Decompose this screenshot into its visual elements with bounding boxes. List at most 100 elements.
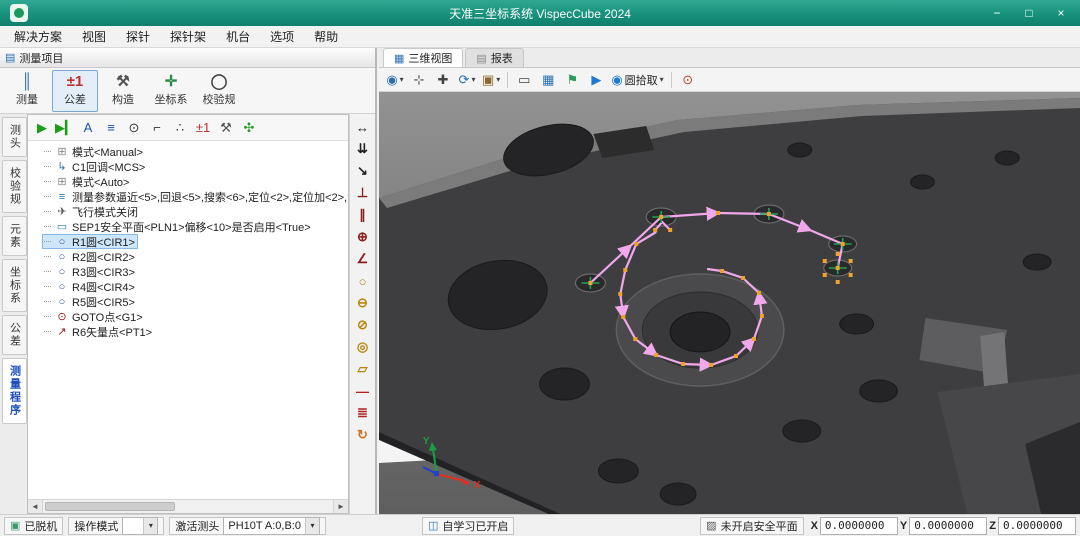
- tree-item-label: R4圆<CIR4>: [72, 279, 135, 295]
- menu-item-机台[interactable]: 机台: [216, 26, 260, 47]
- tree-item[interactable]: ⊞模式<Auto>: [42, 174, 132, 189]
- perpendicularity-icon[interactable]: ⊥: [352, 183, 374, 203]
- probe-angle-icon[interactable]: ⊙: [677, 70, 699, 90]
- measure-element-icon[interactable]: ⊙: [123, 118, 145, 138]
- tree-item[interactable]: ↗R6矢量点<PT1>: [42, 324, 155, 339]
- tree-item[interactable]: ○R2圆<CIR2>: [42, 249, 138, 264]
- chevron-down-icon[interactable]: ▾: [471, 75, 475, 84]
- view-visibility-icon[interactable]: ◉▾: [384, 70, 406, 90]
- tree-item[interactable]: ○R3圆<CIR3>: [42, 264, 138, 279]
- menu-item-探针[interactable]: 探针: [116, 26, 160, 47]
- circle-pick-dropdown[interactable]: ◉圆拾取▾: [609, 70, 665, 90]
- projection-icon[interactable]: ↘: [352, 161, 374, 181]
- rotate-view-icon[interactable]: ⟳▾: [456, 70, 478, 90]
- side-tab-坐标系[interactable]: 坐标系: [2, 259, 27, 312]
- chevron-down-icon[interactable]: ▾: [400, 75, 404, 84]
- ribbon-construct-button[interactable]: ⚒构造: [100, 70, 146, 112]
- active-probe-select[interactable]: PH10T A:0,B:0 ▾: [223, 517, 320, 535]
- tree-item[interactable]: ⊞模式<Manual>: [42, 144, 146, 159]
- circularity-icon[interactable]: ○: [352, 271, 374, 291]
- side-tab-测量程序[interactable]: 测量程序: [2, 358, 27, 424]
- scene-3d[interactable]: X Y: [379, 92, 1080, 514]
- ribbon-measure-button[interactable]: ║测量: [4, 70, 50, 112]
- gauge-icon: ◯: [211, 74, 228, 90]
- scroll-track[interactable]: [43, 500, 333, 513]
- operation-mode-select[interactable]: ▾: [122, 517, 158, 535]
- menu-item-帮助[interactable]: 帮助: [304, 26, 348, 47]
- close-button[interactable]: ×: [1046, 3, 1076, 23]
- tree-item[interactable]: ≡测量参数逼近<5>,回退<5>,搜索<6>,定位<2>,定位加<2>,测量..…: [42, 189, 348, 204]
- pan-icon[interactable]: ✚: [432, 70, 454, 90]
- zoom-window-icon[interactable]: ▭: [513, 70, 535, 90]
- menu-item-选项[interactable]: 选项: [260, 26, 304, 47]
- chevron-down-icon[interactable]: ▾: [660, 75, 664, 84]
- menu-item-解决方案[interactable]: 解决方案: [4, 26, 72, 47]
- runout-icon[interactable]: ⊘: [352, 315, 374, 335]
- axis-icon[interactable]: ✣: [238, 118, 260, 138]
- rotate-view-icon: ⟳: [459, 72, 470, 88]
- chevron-down-icon[interactable]: ▾: [143, 518, 157, 534]
- cylindricity-icon[interactable]: ◎: [352, 337, 374, 357]
- circle-icon: ○: [56, 251, 68, 263]
- edit-icon[interactable]: ⚒: [215, 118, 237, 138]
- circle-icon: ○: [56, 281, 68, 293]
- machine-coordinates: X0.0000000Y0.0000000Z0.0000000: [809, 517, 1076, 535]
- coordinate-system-icon: ✛: [165, 74, 178, 90]
- side-tab-校验规[interactable]: 校验规: [2, 160, 27, 213]
- run-to-cursor-icon[interactable]: ▶▎: [54, 118, 76, 138]
- flag-icon[interactable]: ⚑: [561, 70, 583, 90]
- offline-icon: ▣: [10, 519, 20, 532]
- play-icon[interactable]: ▶: [585, 70, 607, 90]
- menu-item-探针架[interactable]: 探针架: [160, 26, 216, 47]
- 3d-viewport[interactable]: X Y: [379, 92, 1080, 514]
- self-learning-status: ◫ 自学习已开启: [422, 517, 514, 535]
- tree-item[interactable]: ○R1圆<CIR1>: [42, 234, 138, 249]
- parameters-icon[interactable]: ≡: [100, 118, 122, 138]
- tree-item[interactable]: ⊙GOTO点<G1>: [42, 309, 146, 324]
- select-window-icon: ▦: [542, 72, 554, 88]
- position-icon[interactable]: ⊕: [352, 227, 374, 247]
- tree-item[interactable]: ▭SEP1安全平面<PLN1>偏移<10>是否启用<True>: [42, 219, 314, 234]
- min-max-icon[interactable]: ⇊: [352, 139, 374, 159]
- angularity-icon[interactable]: ∠: [352, 249, 374, 269]
- parallelism-icon[interactable]: ∥: [352, 205, 374, 225]
- construct-point-icon[interactable]: ∴: [169, 118, 191, 138]
- tree-item[interactable]: ↳C1回调<MCS>: [42, 159, 148, 174]
- scroll-right-icon[interactable]: ►: [333, 500, 348, 513]
- rotation-icon[interactable]: ↻: [352, 425, 374, 445]
- tree-item[interactable]: ✈飞行模式关闭: [42, 204, 141, 219]
- ribbon-tolerance-button[interactable]: ±1公差: [52, 70, 98, 112]
- straightness-icon[interactable]: —: [352, 381, 374, 401]
- tab-report[interactable]: ▤报表: [465, 48, 523, 67]
- construct-line-icon[interactable]: ⌐: [146, 118, 168, 138]
- view-cube-icon[interactable]: ▣▾: [480, 70, 502, 90]
- run-program-icon[interactable]: ▶: [31, 118, 53, 138]
- side-tab-元素[interactable]: 元素: [2, 216, 27, 256]
- menu-item-视图[interactable]: 视图: [72, 26, 116, 47]
- maximize-button[interactable]: □: [1014, 3, 1044, 23]
- side-tab-测头[interactable]: 测头: [2, 117, 27, 157]
- select-window-icon[interactable]: ▦: [537, 70, 559, 90]
- ribbon-gauge-button[interactable]: ◯校验规: [196, 70, 242, 112]
- ribbon-toolbar: ║测量±1公差⚒构造✛坐标系◯校验规: [0, 68, 375, 114]
- tree-horizontal-scrollbar[interactable]: ◄ ►: [28, 499, 348, 513]
- tab-3d-view[interactable]: ▦三维视图: [383, 48, 463, 67]
- label-icon[interactable]: A: [77, 118, 99, 138]
- symmetry-icon[interactable]: ≣: [352, 403, 374, 423]
- tree-item[interactable]: ○ R4圆<CIR4>: [42, 279, 138, 294]
- probe-display-icon[interactable]: ⊹: [408, 70, 430, 90]
- tolerance-icon[interactable]: ±1: [192, 118, 214, 138]
- profile-icon[interactable]: ▱: [352, 359, 374, 379]
- minimize-button[interactable]: −: [982, 3, 1012, 23]
- side-tab-公差[interactable]: 公差: [2, 315, 27, 355]
- scroll-left-icon[interactable]: ◄: [28, 500, 43, 513]
- distance-icon[interactable]: ↔: [352, 117, 374, 137]
- concentricity-icon[interactable]: ⊖: [352, 293, 374, 313]
- chevron-down-icon[interactable]: ▾: [496, 75, 500, 84]
- ribbon-coordinate-system-button[interactable]: ✛坐标系: [148, 70, 194, 112]
- scroll-thumb[interactable]: [45, 502, 175, 511]
- tolerance-icon: ±1: [67, 74, 84, 90]
- coordinate-system-label: 坐标系: [155, 91, 188, 107]
- chevron-down-icon[interactable]: ▾: [305, 518, 319, 534]
- tree-item[interactable]: ○R5圆<CIR5>: [42, 294, 138, 309]
